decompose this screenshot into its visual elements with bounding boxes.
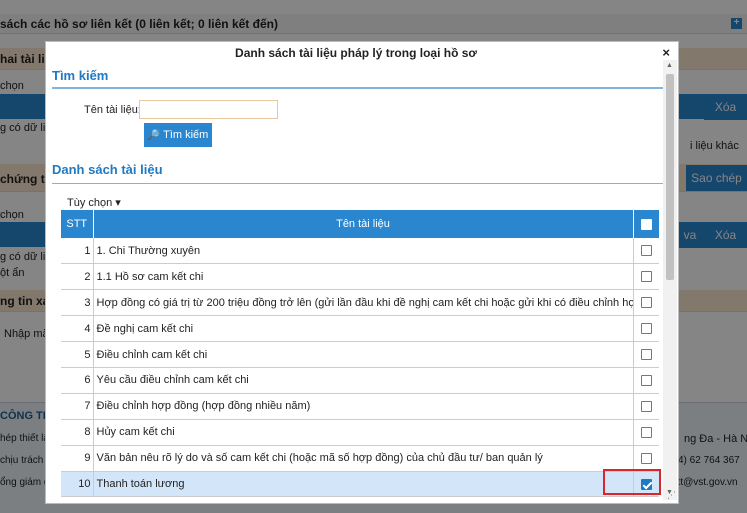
document-name-input[interactable]	[139, 100, 278, 119]
row-stt: 5	[61, 341, 94, 368]
search-section-divider	[52, 87, 663, 89]
row-checkbox-cell	[633, 471, 659, 498]
dialog-title: Danh sách tài liệu pháp lý trong loại hồ…	[235, 46, 477, 60]
scroll-up-icon[interactable]: ▲	[666, 62, 673, 69]
row-checkbox[interactable]	[640, 271, 652, 283]
options-dropdown[interactable]: Tùy chọn ▾	[67, 196, 121, 209]
row-checkbox-cell	[633, 393, 659, 420]
list-section-divider	[52, 183, 663, 184]
table-row[interactable]: 8 Hủy cam kết chi	[61, 419, 659, 446]
row-checkbox-cell	[633, 419, 659, 446]
row-stt: 4	[61, 315, 94, 343]
resize-grip-icon[interactable]: ⋰	[667, 490, 676, 501]
table-header-row: STT Tên tài liệu	[61, 210, 659, 238]
search-button-label: Tìm kiếm	[163, 129, 209, 141]
row-document-name: Điều chỉnh cam kết chi	[93, 341, 634, 368]
row-document-name: Điều chỉnh hợp đồng (hợp đồng nhiều năm)	[93, 393, 634, 420]
scroll-thumb[interactable]	[666, 74, 674, 280]
close-icon[interactable]: ×	[662, 45, 670, 60]
document-name-label: Tên tài liệu:	[84, 104, 141, 116]
table-row[interactable]: 2 1.1 Hồ sơ cam kết chi	[61, 263, 659, 291]
row-document-name: 1.1 Hồ sơ cam kết chi	[93, 263, 634, 291]
search-icon: 🔎	[147, 129, 161, 141]
table-row[interactable]: 10 Thanh toán lương	[61, 471, 659, 498]
row-stt: 2	[61, 263, 94, 291]
row-checkbox-cell	[633, 341, 659, 368]
row-checkbox-cell	[633, 263, 659, 291]
table-row[interactable]: 4 Đề nghị cam kết chi	[61, 315, 659, 343]
row-stt: 3	[61, 289, 94, 317]
row-stt: 6	[61, 367, 94, 394]
table-row[interactable]: 3 Hợp đồng có giá trị từ 200 triệu đồng t…	[61, 289, 659, 317]
row-stt: 9	[61, 445, 94, 472]
row-checkbox-cell	[633, 315, 659, 343]
document-list-dialog: Danh sách tài liệu pháp lý trong loại hồ…	[45, 41, 679, 504]
row-document-name: 1. Chi Thường xuyên	[93, 238, 634, 265]
row-checkbox-cell	[633, 445, 659, 472]
row-checkbox-cell	[633, 238, 659, 265]
row-document-name: Hủy cam kết chi	[93, 419, 634, 446]
row-stt: 1	[61, 238, 94, 265]
list-section-title: Danh sách tài liệu	[52, 162, 163, 177]
table-row[interactable]: 1 1. Chi Thường xuyên	[61, 238, 659, 265]
row-checkbox[interactable]	[640, 323, 652, 335]
row-checkbox-cell	[633, 289, 659, 317]
select-all-checkbox[interactable]	[640, 218, 652, 230]
row-stt: 8	[61, 419, 94, 446]
table-row[interactable]: 5 Điều chỉnh cam kết chi	[61, 341, 659, 368]
table-row[interactable]: 7 Điều chỉnh hợp đồng (hợp đồng nhiều năm…	[61, 393, 659, 420]
row-checkbox[interactable]	[640, 374, 652, 386]
row-checkbox[interactable]	[640, 297, 652, 309]
row-stt: 10	[61, 471, 94, 498]
documents-table: STT Tên tài liệu 1 1. Chi Thường xuyên 2 1.…	[61, 210, 659, 498]
row-document-name: Đề nghị cam kết chi	[93, 315, 634, 343]
row-document-name: Hợp đồng có giá trị từ 200 triệu đồng tr…	[93, 289, 634, 317]
table-row[interactable]: 9 Văn bản nêu rõ lý do và số cam kết chi …	[61, 445, 659, 472]
row-stt: 7	[61, 393, 94, 420]
row-document-name: Văn bản nêu rõ lý do và số cam kết chi (…	[93, 445, 634, 472]
search-section-title: Tìm kiếm	[52, 68, 109, 83]
table-row[interactable]: 6 Yêu cầu điều chỉnh cam kết chi	[61, 367, 659, 394]
row-checkbox[interactable]	[640, 349, 652, 361]
row-checkbox[interactable]	[640, 452, 652, 464]
search-button[interactable]: 🔎 Tìm kiếm	[144, 123, 212, 147]
row-checkbox-cell	[633, 367, 659, 394]
row-document-name: Yêu cầu điều chỉnh cam kết chi	[93, 367, 634, 394]
row-checkbox[interactable]	[640, 478, 652, 490]
row-checkbox[interactable]	[640, 400, 652, 412]
name-column-header[interactable]: Tên tài liệu	[93, 210, 634, 238]
scrollbar[interactable]: ▲ ▼	[663, 60, 677, 500]
row-checkbox[interactable]	[640, 426, 652, 438]
row-checkbox[interactable]	[640, 245, 652, 257]
stt-column-header[interactable]: STT	[61, 210, 94, 238]
row-document-name: Thanh toán lương	[93, 471, 634, 498]
select-all-header	[633, 210, 659, 238]
